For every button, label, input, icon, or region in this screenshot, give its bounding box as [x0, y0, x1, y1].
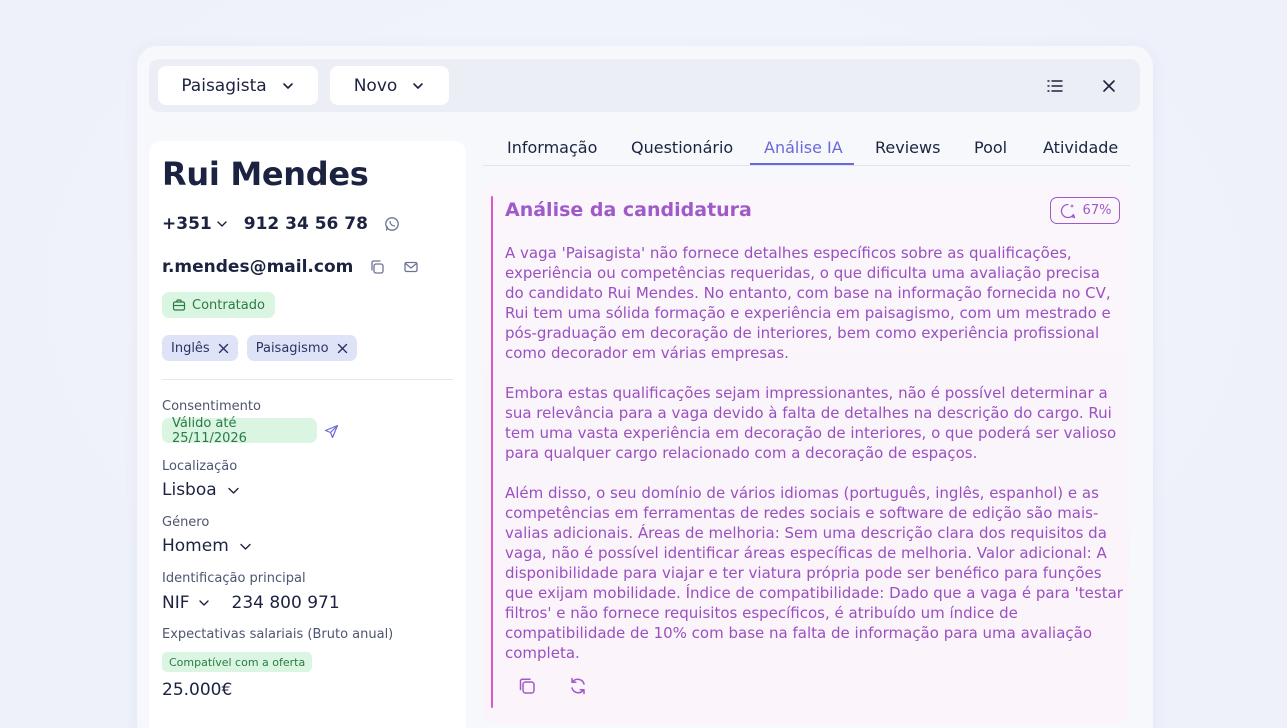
refresh-icon [571, 677, 585, 695]
id-row: NIF 234 800 971 [162, 593, 340, 613]
candidate-profile-panel: Rui Mendes +351 912 34 56 78 r.mendes@ma… [149, 141, 466, 728]
active-tab-indicator [750, 163, 854, 165]
consent-label: Consentimento [162, 399, 261, 414]
tag-paisagismo: Paisagismo [246, 335, 357, 361]
analysis-paragraph: A vaga 'Paisagista' não fornece detalhes… [505, 244, 1111, 362]
whatsapp-icon[interactable] [384, 216, 400, 232]
compatibility-score-badge: 67% [1050, 197, 1120, 224]
tab-reviews[interactable]: Reviews [875, 138, 940, 157]
remove-tag-icon[interactable] [337, 343, 348, 354]
location-select[interactable]: Lisboa [162, 480, 240, 500]
close-icon [1103, 80, 1115, 92]
chevron-down-icon [282, 82, 293, 89]
tab-informacao[interactable]: Informação [507, 138, 597, 157]
location-label: Localização [162, 459, 238, 474]
tab-atividade[interactable]: Atividade [1043, 138, 1118, 157]
gender-select[interactable]: Homem [162, 536, 252, 556]
regenerate-analysis-button[interactable] [568, 676, 588, 696]
gender-value: Homem [162, 536, 229, 556]
status-dropdown-label: Novo [353, 75, 398, 96]
copy-icon [519, 678, 535, 694]
chevron-down-icon [217, 221, 227, 227]
id-type-value: NIF [162, 593, 190, 613]
tab-analise-ia[interactable]: Análise IA [764, 138, 843, 157]
chevron-down-icon [198, 600, 209, 606]
candidate-window: Paisagista Novo Rui Mendes +351 912 34 5… [137, 46, 1153, 728]
list-icon [1047, 80, 1063, 92]
phone-row: +351 912 34 56 78 [162, 214, 400, 234]
mail-icon[interactable] [403, 259, 419, 275]
tab-pool[interactable]: Pool [974, 138, 1007, 157]
candidate-name: Rui Mendes [162, 155, 369, 193]
consent-badge: Válido até 25/11/2026 [162, 416, 317, 446]
tag-label: Paisagismo [255, 340, 329, 356]
salary-value: 25.000€ [162, 680, 233, 700]
analysis-paragraph: Embora estas qualificações sejam impress… [505, 384, 1117, 462]
tag-ingles: Inglês [162, 335, 238, 361]
salary-compat-badge: Compatível com a oferta [162, 652, 313, 672]
divider [162, 379, 453, 380]
status-dropdown[interactable]: Novo [330, 66, 449, 105]
copy-analysis-button[interactable] [517, 676, 537, 696]
id-value: 234 800 971 [231, 593, 340, 613]
tag-label: Inglês [171, 340, 210, 356]
email-address: r.mendes@mail.com [162, 257, 354, 277]
remove-tag-icon[interactable] [218, 343, 229, 354]
phone-code-value: +351 [162, 214, 212, 234]
chevron-down-icon [413, 82, 424, 89]
chevron-down-icon [227, 487, 239, 494]
phone-number: 912 34 56 78 [243, 214, 368, 234]
copy-icon[interactable] [369, 259, 385, 275]
accent-bar [491, 196, 493, 708]
id-label: Identificação principal [162, 571, 306, 586]
send-icon[interactable] [324, 424, 339, 439]
list-view-button[interactable] [1045, 76, 1065, 96]
tab-bar: Informação Questionário Análise IA Revie… [483, 136, 1130, 166]
score-value: 67% [1082, 203, 1112, 218]
status-badge: Contratado [162, 292, 275, 318]
chevron-down-icon [240, 543, 251, 550]
phone-code-select[interactable]: +351 [162, 214, 228, 234]
job-dropdown-label: Paisagista [181, 75, 267, 96]
email-row: r.mendes@mail.com [162, 257, 419, 277]
tab-questionario[interactable]: Questionário [631, 138, 733, 157]
job-dropdown[interactable]: Paisagista [158, 66, 318, 105]
id-type-select[interactable]: NIF [162, 593, 210, 613]
close-button[interactable] [1099, 76, 1119, 96]
analysis-paragraph: Além disso, o seu domínio de vários idio… [505, 484, 1123, 662]
tag-list: Inglês Paisagismo [162, 335, 357, 361]
briefcase-icon [172, 299, 186, 311]
sparkle-chat-icon [1060, 203, 1075, 218]
top-toolbar: Paisagista Novo [149, 59, 1140, 112]
status-badge-label: Contratado [192, 297, 265, 313]
ai-analysis-panel: Análise da candidatura 67% A vaga 'Paisa… [483, 183, 1130, 723]
analysis-title: Análise da candidatura [505, 199, 752, 221]
location-value: Lisboa [162, 480, 217, 500]
gender-label: Género [162, 515, 210, 530]
salary-label: Expectativas salariais (Bruto anual) [162, 627, 394, 642]
